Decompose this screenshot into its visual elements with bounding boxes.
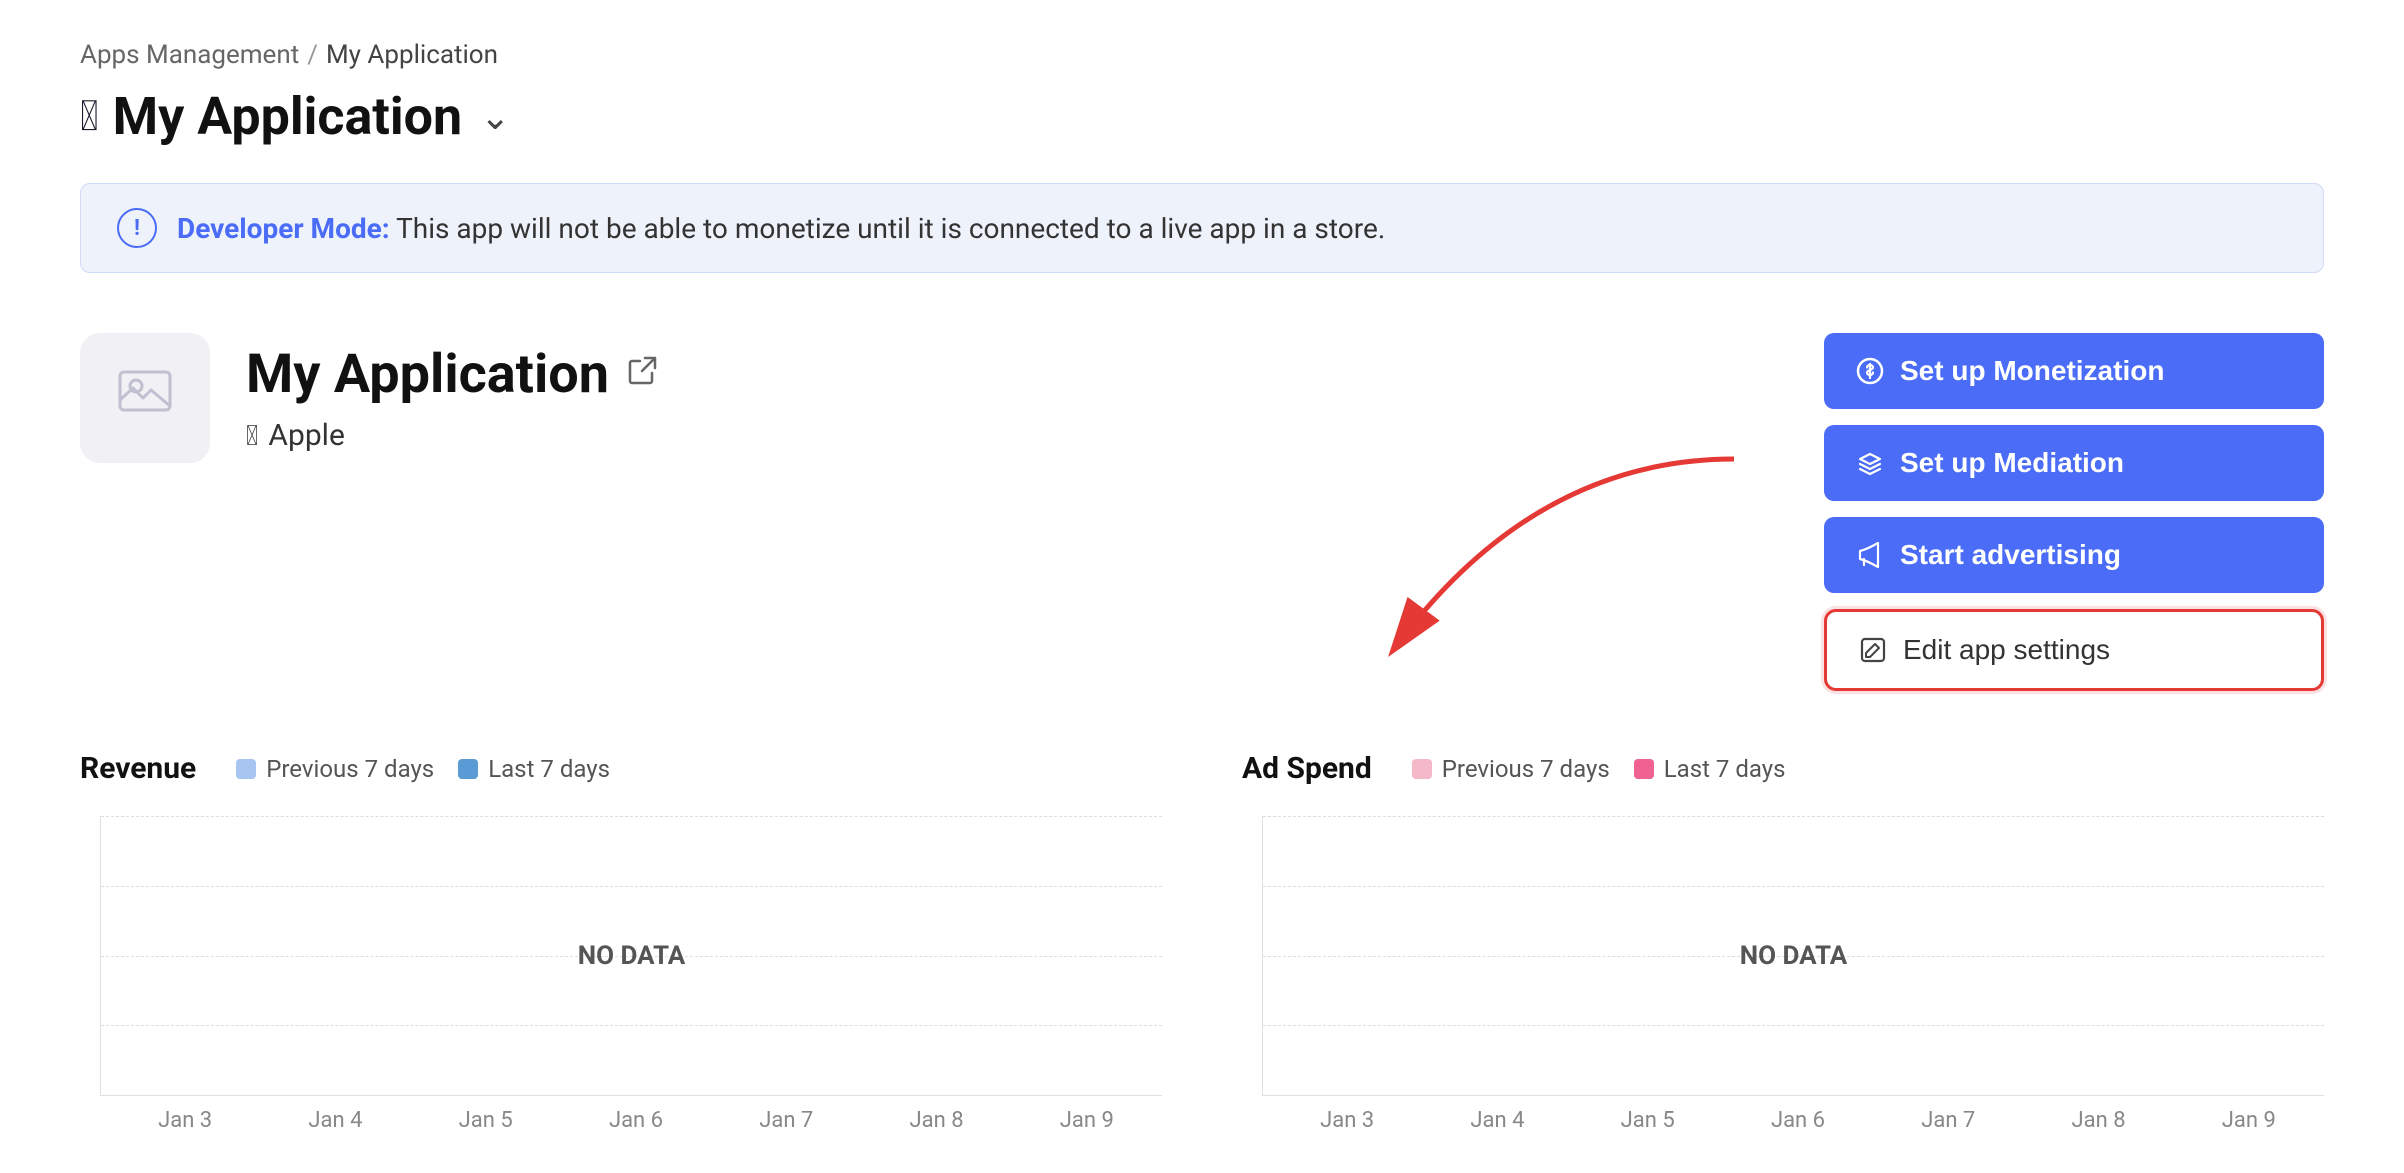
revenue-chart-header: Revenue Previous 7 days Last 7 days <box>80 751 1162 786</box>
revenue-x-jan8: Jan 8 <box>861 1108 1011 1133</box>
ad-spend-chart-container: $20K $15K $10K $5K $0.00 NO DATA <box>1242 816 2324 1133</box>
edit-icon <box>1859 636 1887 664</box>
revenue-legend-last: Last 7 days <box>458 755 610 783</box>
grid-line-15k <box>101 886 1162 887</box>
adspend-prev-label: Previous 7 days <box>1442 755 1610 783</box>
charts-section: Revenue Previous 7 days Last 7 days $20K… <box>80 751 2324 1133</box>
arrow-indicator <box>1334 449 1814 669</box>
ad-spend-chart-inner: NO DATA Jan 3 Jan 4 Jan 5 Jan 6 Jan 7 Ja… <box>1242 816 2324 1133</box>
revenue-x-jan7: Jan 7 <box>711 1108 861 1133</box>
ad-spend-chart-legend: Previous 7 days Last 7 days <box>1412 755 1786 783</box>
revenue-chart-area: NO DATA <box>100 816 1162 1096</box>
page-title-row:  My Application ⌄ <box>80 86 2324 147</box>
adspend-last-label: Last 7 days <box>1664 755 1786 783</box>
layers-icon <box>1856 449 1884 477</box>
revenue-last-dot <box>458 759 478 779</box>
dollar-icon <box>1856 357 1884 385</box>
adspend-x-jan4: Jan 4 <box>1422 1108 1572 1133</box>
app-name-text: My Application <box>246 343 609 406</box>
app-icon-placeholder <box>115 362 175 435</box>
setup-monetization-button[interactable]: Set up Monetization <box>1824 333 2324 409</box>
developer-mode-banner: ! Developer Mode: This app will not be a… <box>80 183 2324 273</box>
dev-banner-message: This app will not be able to monetize un… <box>396 212 1385 245</box>
external-link-icon[interactable] <box>627 356 657 394</box>
revenue-x-jan5: Jan 5 <box>411 1108 561 1133</box>
revenue-x-jan6: Jan 6 <box>561 1108 711 1133</box>
breadcrumb-separator: / <box>307 40 318 70</box>
ad-spend-chart-block: Ad Spend Previous 7 days Last 7 days $20… <box>1242 751 2324 1133</box>
adspend-x-jan5: Jan 5 <box>1573 1108 1723 1133</box>
adspend-prev-dot <box>1412 759 1432 779</box>
revenue-legend-previous: Previous 7 days <box>236 755 434 783</box>
revenue-prev-label: Previous 7 days <box>266 755 434 783</box>
revenue-x-jan3: Jan 3 <box>110 1108 260 1133</box>
setup-mediation-button[interactable]: Set up Mediation <box>1824 425 2324 501</box>
apple-platform-icon:  <box>246 419 258 452</box>
app-name-section: My Application  Apple <box>246 343 657 453</box>
app-name-title: My Application <box>246 343 657 406</box>
revenue-chart-container: $20K $15K $10K $5K $0.00 NO DATA <box>80 816 1162 1133</box>
megaphone-icon <box>1856 541 1884 569</box>
app-icon-box <box>80 333 210 463</box>
revenue-chart-inner: NO DATA Jan 3 Jan 4 Jan 5 Jan 6 Jan 7 Ja… <box>80 816 1162 1133</box>
breadcrumb-parent[interactable]: Apps Management <box>80 40 299 70</box>
revenue-chart-block: Revenue Previous 7 days Last 7 days $20K… <box>80 751 1162 1133</box>
ad-spend-chart-area: NO DATA <box>1262 816 2324 1096</box>
start-advertising-button[interactable]: Start advertising <box>1824 517 2324 593</box>
revenue-x-jan9: Jan 9 <box>1012 1108 1162 1133</box>
edit-app-settings-label: Edit app settings <box>1903 634 2110 666</box>
page-title: My Application <box>113 86 463 147</box>
adspend-last-dot <box>1634 759 1654 779</box>
ad-spend-x-labels: Jan 3 Jan 4 Jan 5 Jan 6 Jan 7 Jan 8 Jan … <box>1262 1096 2324 1133</box>
adspend-legend-previous: Previous 7 days <box>1412 755 1610 783</box>
adspend-x-jan9: Jan 9 <box>2174 1108 2324 1133</box>
dev-banner-text: Developer Mode: This app will not be abl… <box>177 212 1385 245</box>
adspend-grid-line-15k <box>1263 886 2324 887</box>
start-advertising-label: Start advertising <box>1900 539 2121 571</box>
app-platform-row:  Apple <box>246 418 657 453</box>
edit-app-settings-button[interactable]: Edit app settings <box>1824 609 2324 691</box>
adspend-grid-line-20k <box>1263 816 2324 817</box>
ad-spend-no-data: NO DATA <box>1740 941 1848 971</box>
apple-logo-icon:  <box>80 92 99 141</box>
setup-mediation-label: Set up Mediation <box>1900 447 2124 479</box>
revenue-last-label: Last 7 days <box>488 755 610 783</box>
adspend-x-jan3: Jan 3 <box>1272 1108 1422 1133</box>
adspend-legend-last: Last 7 days <box>1634 755 1786 783</box>
grid-line-20k <box>101 816 1162 817</box>
app-info-row: My Application  Apple <box>80 333 2324 691</box>
ad-spend-chart-header: Ad Spend Previous 7 days Last 7 days <box>1242 751 2324 786</box>
chevron-down-icon[interactable]: ⌄ <box>480 96 510 138</box>
revenue-prev-dot <box>236 759 256 779</box>
setup-monetization-label: Set up Monetization <box>1900 355 2164 387</box>
revenue-no-data: NO DATA <box>578 941 686 971</box>
revenue-chart-title: Revenue <box>80 751 196 786</box>
action-buttons: Set up Monetization Set up Mediation Sta… <box>1824 333 2324 691</box>
app-info-left: My Application  Apple <box>80 333 657 463</box>
adspend-x-jan8: Jan 8 <box>2023 1108 2173 1133</box>
adspend-grid-line-5k <box>1263 1025 2324 1026</box>
edit-settings-wrapper: Edit app settings <box>1824 609 2324 691</box>
adspend-x-jan7: Jan 7 <box>1873 1108 2023 1133</box>
platform-name: Apple <box>268 418 344 453</box>
adspend-x-jan6: Jan 6 <box>1723 1108 1873 1133</box>
dev-banner-label: Developer Mode: <box>177 212 390 245</box>
revenue-x-labels: Jan 3 Jan 4 Jan 5 Jan 6 Jan 7 Jan 8 Jan … <box>100 1096 1162 1133</box>
breadcrumb: Apps Management / My Application <box>80 40 2324 70</box>
grid-line-5k <box>101 1025 1162 1026</box>
revenue-chart-legend: Previous 7 days Last 7 days <box>236 755 610 783</box>
revenue-x-jan4: Jan 4 <box>260 1108 410 1133</box>
info-icon: ! <box>117 208 157 248</box>
breadcrumb-current: My Application <box>326 40 498 70</box>
ad-spend-chart-title: Ad Spend <box>1242 751 1372 786</box>
